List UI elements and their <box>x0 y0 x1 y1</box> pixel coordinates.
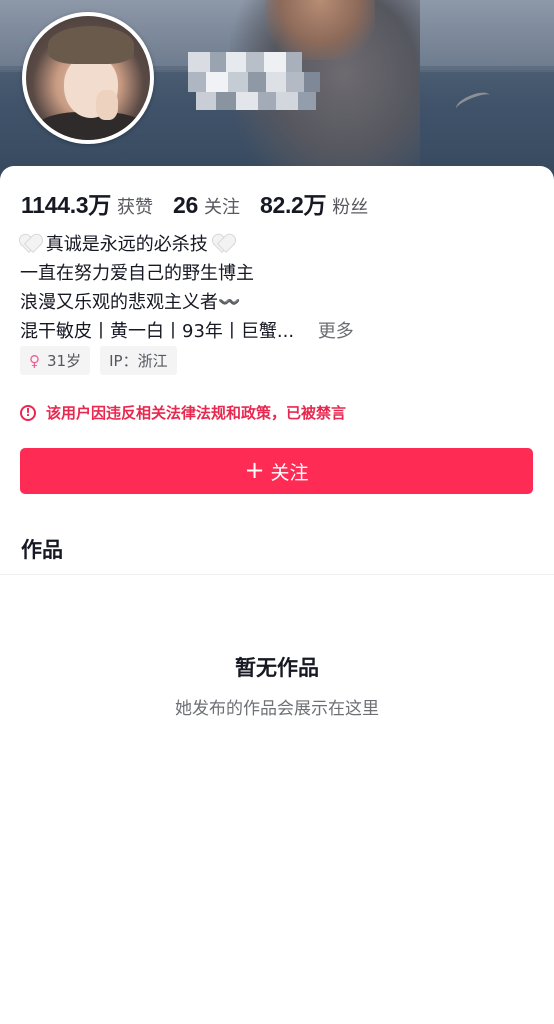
stat-following[interactable]: 26 关注 <box>173 192 240 219</box>
empty-state-subtitle: 她发布的作品会展示在这里 <box>175 699 379 719</box>
bio-line-3: 浪漫又乐观的悲观主义者〰️ <box>20 292 241 313</box>
bio-more-link[interactable]: 更多 <box>318 321 354 342</box>
profile-card: 1144.3万 获赞 26 关注 82.2万 粉丝 真诚是永远的必杀技 一直在努… <box>0 166 554 1024</box>
cover-image[interactable] <box>0 0 554 190</box>
white-heart-icon <box>20 234 40 252</box>
bio-line-4-text: 混干敏皮丨黄一白丨93年丨巨蟹... <box>20 321 295 342</box>
stat-following-label: 关注 <box>203 197 240 218</box>
tab-works[interactable]: 作品 <box>21 534 63 564</box>
avatar[interactable] <box>22 12 154 144</box>
profile-tags: ♀ 31岁 IP：浙江 <box>20 346 187 375</box>
follow-button[interactable]: + 关注 <box>20 448 533 494</box>
bio-line-1-text: 真诚是永远的必杀技 <box>45 234 208 255</box>
stat-followers-value: 82.2万 <box>259 192 327 218</box>
alert-circle-icon: ! <box>20 404 36 421</box>
avatar-hand <box>96 90 118 120</box>
white-heart-icon <box>213 234 233 252</box>
empty-state: 暂无作品 她发布的作品会展示在这里 <box>0 652 554 719</box>
bio: 真诚是永远的必杀技 一直在努力爱自己的野生博主 浪漫又乐观的悲观主义者〰️ 混干… <box>20 230 520 346</box>
bio-line-4: 混干敏皮丨黄一白丨93年丨巨蟹... 更多 <box>20 317 520 346</box>
bio-line-2: 一直在努力爱自己的野生博主 <box>20 263 254 284</box>
stat-followers-label: 粉丝 <box>332 197 369 218</box>
stat-following-value: 26 <box>172 192 198 218</box>
bio-line-1: 真诚是永远的必杀技 <box>20 230 520 259</box>
plus-icon: + <box>244 456 265 484</box>
age-tag-label: 31岁 <box>47 352 82 370</box>
stat-likes[interactable]: 1144.3万 获赞 <box>21 186 153 220</box>
ip-tag-label: IP：浙江 <box>109 352 168 370</box>
cover-figure-hair <box>265 0 375 60</box>
ban-notice-text: 该用户因违反相关法律法规和政策，已被禁言 <box>46 404 347 422</box>
ip-tag: IP：浙江 <box>100 346 177 375</box>
ban-notice: ! 该用户因违反相关法律法规和政策，已被禁言 <box>20 402 346 423</box>
divider <box>0 574 554 575</box>
avatar-hat <box>48 26 134 64</box>
empty-state-title: 暂无作品 <box>235 656 319 680</box>
profile-page: 1144.3万 获赞 26 关注 82.2万 粉丝 真诚是永远的必杀技 一直在努… <box>0 0 554 1024</box>
stat-followers[interactable]: 82.2万 粉丝 <box>260 186 368 220</box>
stat-likes-label: 获赞 <box>116 197 153 218</box>
age-tag: ♀ 31岁 <box>20 346 91 375</box>
stats-row: 1144.3万 获赞 26 关注 82.2万 粉丝 <box>21 186 388 218</box>
follow-button-label: 关注 <box>270 461 309 484</box>
stat-likes-value: 1144.3万 <box>21 192 111 218</box>
female-icon: ♀ <box>29 351 40 370</box>
